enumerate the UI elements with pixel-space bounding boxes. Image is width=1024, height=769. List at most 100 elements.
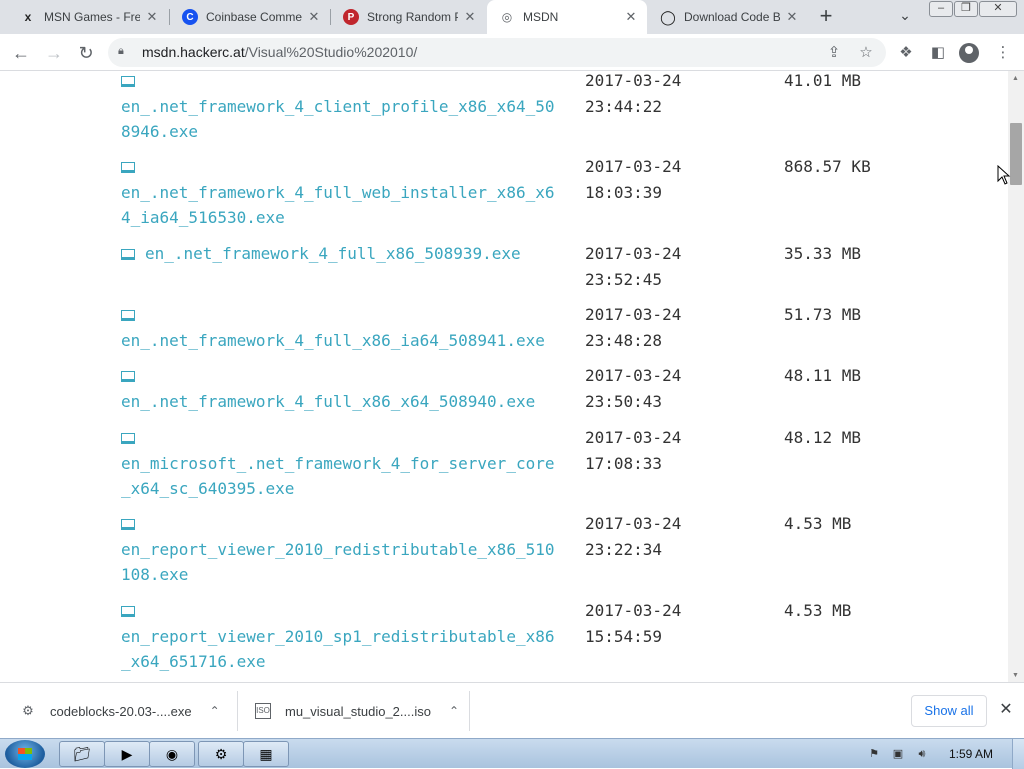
file-size: 51.73 MB — [784, 305, 862, 324]
divider — [237, 691, 238, 731]
file-date: 2017-03-24 23:48:28 — [585, 305, 682, 350]
start-button[interactable] — [5, 740, 45, 768]
lock-icon[interactable]: 🔒︎ — [118, 45, 132, 59]
file-link[interactable]: en_report_viewer_2010_sp1_redistributabl… — [121, 598, 561, 675]
profile-avatar-icon[interactable] — [959, 43, 979, 63]
menu-kebab-icon[interactable]: ⋮ — [992, 42, 1014, 64]
close-icon[interactable]: ✕ — [144, 9, 160, 25]
file-link[interactable]: en_report_viewer_2010_redistributable_x8… — [121, 511, 561, 588]
star-icon[interactable]: ☆ — [856, 43, 876, 63]
file-size: 4.53 MB — [784, 514, 852, 533]
file-name: en_microsoft_.net_framework_4_for_server… — [121, 453, 555, 499]
url-host: msdn.hackerc.at — [142, 44, 245, 60]
iso-file-icon: ISO — [255, 703, 271, 719]
close-icon[interactable]: ✕ — [462, 9, 478, 25]
file-link[interactable]: en_.net_framework_4_full_x86_x64_508940.… — [121, 363, 561, 414]
mouse-cursor-icon — [997, 165, 1011, 185]
new-tab-button[interactable]: + — [814, 5, 838, 29]
file-size: 4.53 MB — [784, 601, 852, 620]
explorer-icon[interactable]: 📁︎ — [59, 741, 105, 767]
file-date: 2017-03-24 23:52:45 — [585, 244, 682, 289]
file-date: 2017-03-24 23:44:22 — [585, 71, 682, 116]
download-item[interactable]: ISO mu_visual_studio_2....iso ⌃ — [255, 683, 465, 739]
file-name: en_.net_framework_4_full_x86_508939.exe — [145, 244, 521, 263]
file-icon — [121, 371, 135, 382]
file-name: en_.net_framework_4_client_profile_x86_x… — [121, 96, 555, 142]
address-bar[interactable]: 🔒︎ msdn.hackerc.at/Visual%20Studio%20201… — [108, 38, 886, 67]
file-link[interactable]: en_.net_framework_4_full_x86_508939.exe — [121, 241, 561, 267]
browser-toolbar: ← → ↻ 🔒︎ msdn.hackerc.at/Visual%20Studio… — [0, 34, 1024, 71]
share-icon[interactable]: ⇪ — [824, 43, 844, 63]
file-date: 2017-03-24 23:22:34 — [585, 514, 682, 559]
file-listing: en_.net_framework_4_client_profile_x86_x… — [0, 71, 1008, 682]
tab-coinbase[interactable]: C Coinbase Commerce ✕ — [170, 0, 330, 34]
extensions-icon[interactable]: ❖ — [895, 42, 917, 64]
chrome-icon[interactable]: ◉ — [149, 741, 195, 767]
tab-msn-games[interactable]: x MSN Games - Free ✕ — [8, 0, 168, 34]
file-icon — [121, 519, 135, 530]
close-icon[interactable]: ✕ — [623, 9, 639, 25]
file-link[interactable]: en_.net_framework_4_full_web_installer_x… — [121, 154, 561, 231]
file-icon — [121, 310, 135, 321]
action-center-icon[interactable]: ⚑ — [867, 747, 881, 761]
download-filename: mu_visual_studio_2....iso — [285, 703, 431, 719]
file-date: 2017-03-24 23:50:43 — [585, 366, 682, 411]
chevron-up-icon[interactable]: ⌃ — [210, 704, 220, 718]
vertical-scrollbar[interactable]: ▲ ▼ — [1008, 71, 1024, 682]
file-icon — [121, 162, 135, 173]
download-item[interactable]: ⚙ codeblocks-20.03-....exe ⌃ — [20, 683, 230, 739]
file-link[interactable]: en_.net_framework_4_full_x86_ia64_508941… — [121, 302, 561, 353]
close-icon[interactable]: ✕ — [996, 700, 1016, 720]
back-button[interactable]: ← — [8, 40, 34, 66]
restore-button[interactable]: ❐ — [954, 1, 978, 17]
tab-msdn[interactable]: ◎ MSDN ✕ — [487, 0, 647, 34]
file-date: 2017-03-24 18:03:39 — [585, 157, 682, 202]
tab-strip: x MSN Games - Free ✕ C Coinbase Commerce… — [0, 0, 1024, 34]
app-icon[interactable]: ▦ — [243, 741, 289, 767]
tab-title: Download Code B — [684, 10, 780, 24]
volume-icon[interactable]: 🔊︎ — [915, 747, 929, 761]
network-icon[interactable]: ▣ — [891, 747, 905, 761]
close-icon[interactable]: ✕ — [306, 9, 322, 25]
file-size: 35.33 MB — [784, 244, 862, 263]
download-filename: codeblocks-20.03-....exe — [50, 703, 192, 719]
downloads-bar: ⚙ codeblocks-20.03-....exe ⌃ ISO mu_visu… — [0, 682, 1024, 738]
globe-icon: ◎ — [501, 10, 513, 24]
download-code-icon: ◯ — [660, 8, 676, 25]
chevron-down-icon[interactable]: ⌄ — [895, 7, 915, 27]
clock[interactable]: 1:59 AM — [949, 747, 993, 761]
url-path: /Visual%20Studio%202010/ — [244, 44, 418, 60]
side-panel-icon[interactable]: ◧ — [927, 42, 949, 64]
coinbase-icon: C — [182, 9, 198, 25]
url-text[interactable]: msdn.hackerc.at/Visual%20Studio%202010/ — [142, 44, 417, 60]
file-name: en_.net_framework_4_full_x86_x64_508940.… — [121, 391, 536, 411]
tab-download-code[interactable]: ◯ Download Code B ✕ — [648, 0, 808, 34]
file-icon — [121, 249, 135, 260]
tab-title: Strong Random Pa — [367, 10, 458, 24]
show-desktop-button[interactable] — [1012, 739, 1024, 769]
file-link[interactable]: en_.net_framework_4_client_profile_x86_x… — [121, 71, 561, 145]
windows-taskbar: 📁︎ ▶ ◉ ⚙ ▦ ⚑ ▣ 🔊︎ 1:59 AM — [0, 738, 1024, 769]
divider — [469, 691, 470, 731]
file-name: en_report_viewer_2010_redistributable_x8… — [121, 539, 555, 585]
file-date: 2017-03-24 15:54:59 — [585, 601, 682, 646]
close-icon[interactable]: ✕ — [784, 9, 800, 25]
minimize-button[interactable]: ‒ — [929, 1, 953, 17]
scroll-up-arrow-icon[interactable]: ▲ — [1012, 75, 1019, 82]
chevron-up-icon[interactable]: ⌃ — [449, 704, 459, 718]
scroll-down-arrow-icon[interactable]: ▼ — [1012, 672, 1019, 679]
file-name: en_.net_framework_4_full_x86_ia64_508941… — [121, 330, 545, 350]
media-player-icon[interactable]: ▶ — [104, 741, 150, 767]
scrollbar-thumb[interactable] — [1010, 123, 1022, 185]
file-icon — [121, 433, 135, 444]
installer-icon[interactable]: ⚙ — [198, 741, 244, 767]
tab-strong-random[interactable]: P Strong Random Pa ✕ — [331, 0, 486, 34]
reload-button[interactable]: ↻ — [73, 40, 99, 66]
file-link[interactable]: en_microsoft_.net_framework_4_for_server… — [121, 425, 561, 502]
file-size: 868.57 KB — [784, 157, 871, 176]
window-close-button[interactable]: ✕ — [979, 1, 1017, 17]
setup-file-icon: ⚙ — [22, 703, 34, 718]
forward-button[interactable]: → — [41, 40, 67, 66]
file-size: 48.11 MB — [784, 366, 862, 385]
show-all-button[interactable]: Show all — [911, 695, 987, 727]
